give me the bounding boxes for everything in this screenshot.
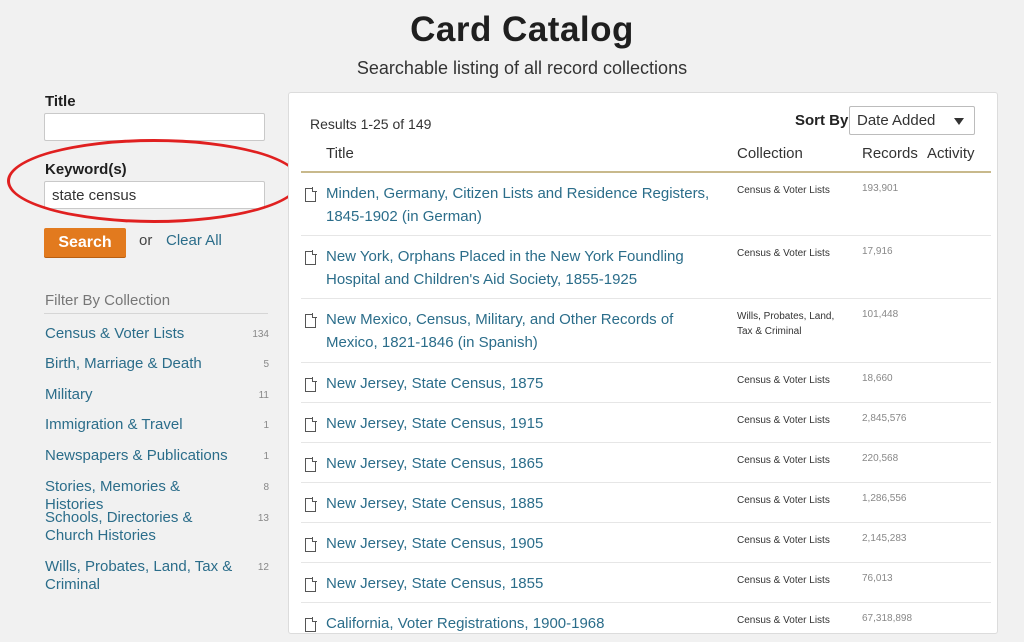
row-records: 101,448 [862, 309, 899, 320]
chevron-down-icon [954, 118, 964, 125]
table-row: New Jersey, State Census, 1885 Census & … [301, 483, 991, 523]
row-records: 76,013 [862, 573, 893, 584]
table-row: Minden, Germany, Citizen Lists and Resid… [301, 173, 991, 236]
filter-item-count: 5 [263, 359, 269, 370]
clear-all-link[interactable]: Clear All [166, 232, 222, 249]
filter-item-count: 134 [252, 329, 269, 340]
filter-item-label: Schools, Directories & Church Histories [45, 509, 193, 544]
sort-value: Date Added [857, 112, 936, 129]
collection-title-link[interactable]: New Jersey, State Census, 1885 [326, 492, 721, 515]
row-collection: Census & Voter Lists [737, 375, 830, 386]
table-row: New Jersey, State Census, 1915 Census & … [301, 403, 991, 443]
results-count: Results 1-25 of 149 [310, 116, 432, 132]
row-collection: Census & Voter Lists [737, 248, 830, 259]
filter-item-label: Wills, Probates, Land, Tax & Criminal [45, 558, 233, 593]
row-collection: Census & Voter Lists [737, 185, 830, 196]
row-collection: Census & Voter Lists [737, 575, 830, 586]
row-records: 2,845,576 [862, 413, 907, 424]
row-records: 1,286,556 [862, 493, 907, 504]
highlight-annotation [7, 139, 301, 223]
collection-title-link[interactable]: New Jersey, State Census, 1915 [326, 412, 721, 435]
page-title: Card Catalog [410, 10, 634, 49]
document-icon [305, 497, 317, 512]
collection-title-link[interactable]: New Jersey, State Census, 1865 [326, 452, 721, 475]
page-subtitle: Searchable listing of all record collect… [356, 58, 688, 78]
search-button[interactable]: Search [44, 228, 126, 257]
collection-title-link[interactable]: New Jersey, State Census, 1855 [326, 572, 721, 595]
sort-label: Sort By [795, 112, 849, 129]
collection-title-link[interactable]: New Jersey, State Census, 1875 [326, 372, 721, 395]
row-collection: Census & Voter Lists [737, 455, 830, 466]
column-header-records[interactable]: Records [862, 145, 918, 162]
filter-item-count: 11 [258, 390, 269, 401]
row-collection: Census & Voter Lists [737, 495, 830, 506]
filter-item-wills[interactable]: Wills, Probates, Land, Tax & Criminal 12 [45, 558, 269, 594]
table-row: New Jersey, State Census, 1905 Census & … [301, 523, 991, 563]
collection-title-link[interactable]: New York, Orphans Placed in the New York… [326, 245, 721, 291]
document-icon [305, 457, 317, 472]
filter-item-newspapers[interactable]: Newspapers & Publications 1 [45, 447, 269, 465]
document-icon [305, 377, 317, 392]
document-icon [305, 537, 317, 552]
filter-item-label: Newspapers & Publications [45, 447, 228, 464]
filter-item-label: Birth, Marriage & Death [45, 355, 202, 372]
filter-item-count: 12 [257, 562, 269, 573]
collection-title-link[interactable]: New Mexico, Census, Military, and Other … [326, 308, 721, 354]
sort-dropdown[interactable]: Date Added [849, 106, 975, 135]
document-icon [305, 250, 317, 265]
document-icon [305, 417, 317, 432]
table-row: New Jersey, State Census, 1855 Census & … [301, 563, 991, 603]
table-row: California, Voter Registrations, 1900-19… [301, 603, 991, 642]
document-icon [305, 577, 317, 592]
filter-item-count: 1 [263, 451, 269, 462]
row-records: 193,901 [862, 183, 899, 194]
row-collection: Census & Voter Lists [737, 415, 830, 426]
collection-title-link[interactable]: New Jersey, State Census, 1905 [326, 532, 721, 555]
document-icon [305, 617, 317, 632]
filter-divider [44, 313, 268, 314]
filter-item-label: Immigration & Travel [45, 416, 183, 433]
title-label: Title [45, 93, 76, 110]
filter-item-military[interactable]: Military 11 [45, 386, 269, 404]
table-row: New Jersey, State Census, 1865 Census & … [301, 443, 991, 483]
collection-title-link[interactable]: California, Voter Registrations, 1900-19… [326, 612, 721, 635]
table-row: New York, Orphans Placed in the New York… [301, 236, 991, 299]
document-icon [305, 187, 317, 202]
document-icon [305, 313, 317, 328]
column-header-activity[interactable]: Activity [927, 145, 975, 162]
column-header-collection[interactable]: Collection [737, 145, 803, 162]
table-row: New Jersey, State Census, 1875 Census & … [301, 363, 991, 403]
row-records: 220,568 [862, 453, 899, 464]
filter-item-count: 1 [263, 420, 269, 431]
results-panel: Results 1-25 of 149 Sort By Date Added T… [288, 92, 998, 634]
filter-item-birth-marriage-death[interactable]: Birth, Marriage & Death 5 [45, 355, 269, 373]
filter-item-census[interactable]: Census & Voter Lists 134 [45, 325, 269, 343]
or-text: or [139, 232, 153, 249]
row-collection: Wills, Probates, Land, Tax & Criminal [737, 311, 835, 337]
table-row: New Mexico, Census, Military, and Other … [301, 299, 991, 363]
row-collection: Census & Voter Lists [737, 535, 830, 546]
filter-item-immigration[interactable]: Immigration & Travel 1 [45, 416, 269, 434]
filter-item-count: 13 [257, 513, 269, 524]
row-records: 67,318,898 [862, 613, 913, 624]
filter-item-schools[interactable]: Schools, Directories & Church Histories … [45, 509, 269, 545]
row-records: 17,916 [862, 246, 893, 257]
collection-title-link[interactable]: Minden, Germany, Citizen Lists and Resid… [326, 182, 721, 228]
filter-title: Filter By Collection [45, 292, 171, 309]
row-records: 2,145,283 [862, 533, 907, 544]
title-input[interactable] [44, 113, 265, 141]
filter-item-count: 8 [263, 482, 269, 493]
filter-item-label: Census & Voter Lists [45, 325, 185, 342]
row-records: 18,660 [862, 373, 893, 384]
filter-item-label: Military [45, 386, 93, 403]
column-header-title[interactable]: Title [326, 145, 354, 162]
